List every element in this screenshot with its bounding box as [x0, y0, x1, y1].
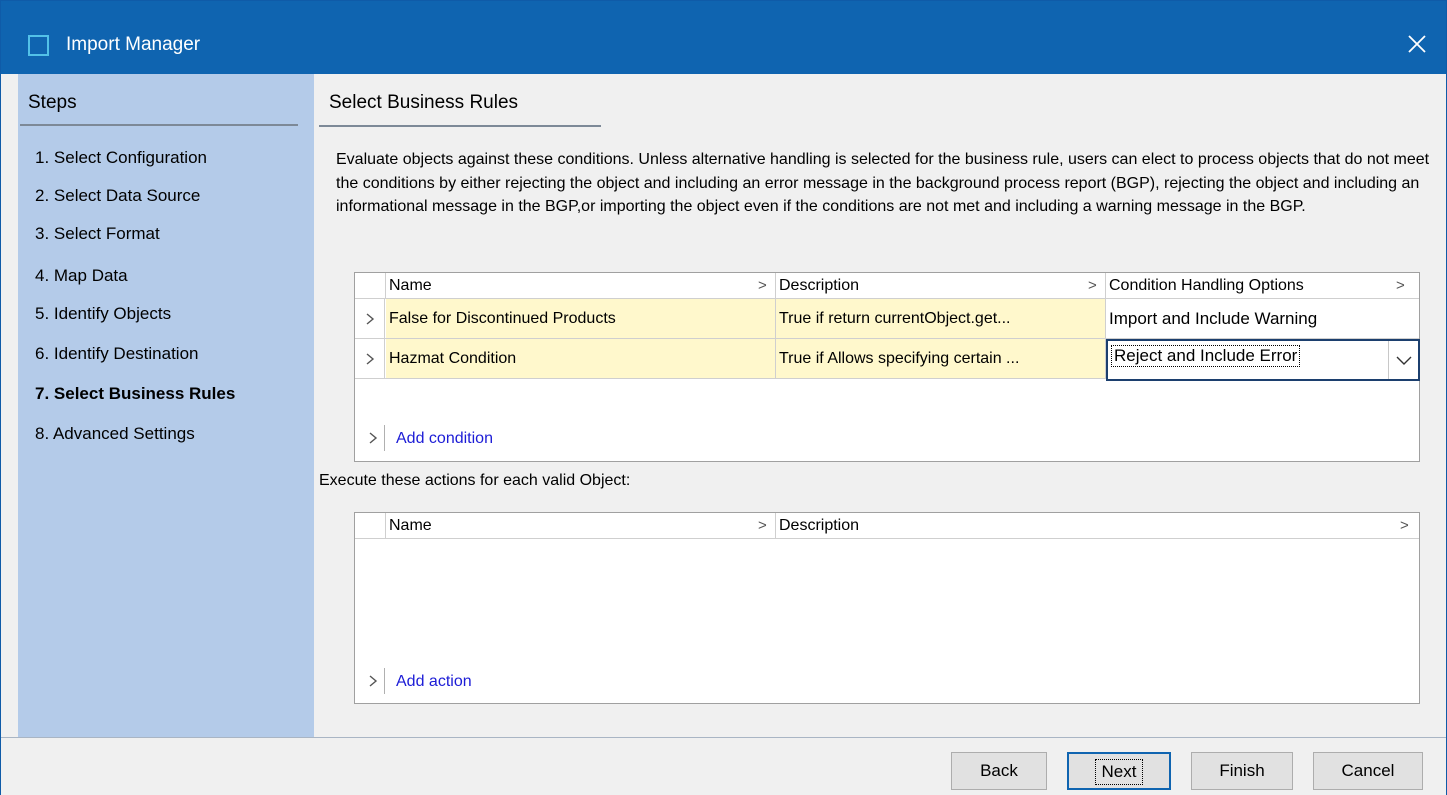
chevron-right-icon	[366, 353, 375, 365]
import-manager-window: Import Manager Steps 1. Select Configura…	[0, 0, 1447, 795]
title-bar: Import Manager	[1, 1, 1446, 74]
app-window-icon	[28, 35, 49, 56]
step-map-data[interactable]: 4. Map Data	[35, 266, 128, 286]
add-condition-link[interactable]: Add condition	[396, 430, 493, 448]
chevron-right-icon: >	[1396, 277, 1405, 294]
add-condition-expander[interactable]	[361, 425, 385, 451]
chevron-right-icon: >	[758, 517, 767, 534]
main-panel: Select Business Rules Evaluate objects a…	[314, 74, 1446, 737]
step-identify-objects[interactable]: 5. Identify Objects	[35, 304, 171, 324]
row-expander[interactable]	[355, 299, 385, 338]
step-select-configuration[interactable]: 1. Select Configuration	[35, 148, 207, 168]
row-expander[interactable]	[355, 339, 385, 378]
close-icon	[1408, 35, 1426, 53]
column-header-name[interactable]: Name >	[386, 513, 776, 539]
close-button[interactable]	[1400, 27, 1434, 61]
header-corner	[355, 513, 386, 539]
instructions-text: Evaluate objects against these condition…	[336, 151, 1430, 215]
back-button[interactable]: Back	[951, 752, 1047, 790]
condition-description-cell[interactable]: True if Allows specifying certain ...	[776, 339, 1106, 378]
conditions-header-row: Name > Description > Condition Handling …	[355, 273, 1419, 299]
step-identify-destination[interactable]: 6. Identify Destination	[35, 344, 198, 364]
add-action-expander[interactable]	[361, 668, 385, 694]
column-header-description[interactable]: Description >	[776, 513, 1419, 539]
chevron-right-icon: >	[1088, 277, 1097, 294]
actions-label: Execute these actions for each valid Obj…	[319, 472, 631, 489]
steps-sidebar: Steps 1. Select Configuration 2. Select …	[18, 74, 314, 737]
chevron-right-icon: >	[758, 277, 767, 294]
chevron-down-icon	[1396, 356, 1412, 365]
add-action-link[interactable]: Add action	[396, 673, 472, 691]
chevron-right-icon	[369, 675, 378, 687]
next-button-label: Next	[1094, 759, 1144, 785]
column-header-label: Name	[389, 517, 432, 534]
header-corner	[355, 273, 386, 299]
condition-name-cell[interactable]: False for Discontinued Products	[386, 299, 776, 338]
window-title: Import Manager	[66, 34, 201, 55]
table-row[interactable]: False for Discontinued Products True if …	[355, 299, 1419, 339]
step-advanced-settings[interactable]: 8. Advanced Settings	[35, 424, 195, 444]
condition-handling-dropdown[interactable]: Reject and Include Error	[1106, 339, 1420, 381]
step-select-business-rules[interactable]: 7. Select Business Rules	[35, 384, 235, 404]
column-header-name[interactable]: Name >	[386, 273, 776, 299]
actions-table: Name > Description > Add action	[354, 512, 1420, 704]
steps-divider	[20, 124, 298, 126]
column-header-label: Name	[389, 277, 432, 294]
condition-description-cell[interactable]: True if return currentObject.get...	[776, 299, 1106, 338]
actions-header-row: Name > Description >	[355, 513, 1419, 539]
condition-name-cell[interactable]: Hazmat Condition	[386, 339, 776, 378]
column-header-description[interactable]: Description >	[776, 273, 1106, 299]
column-header-label: Description	[779, 277, 860, 294]
condition-handling-cell[interactable]: Import and Include Warning	[1106, 299, 1419, 338]
finish-button[interactable]: Finish	[1191, 752, 1293, 790]
dropdown-selected-value: Reject and Include Error	[1110, 345, 1301, 367]
cancel-button[interactable]: Cancel	[1313, 752, 1423, 790]
chevron-right-icon	[369, 432, 378, 444]
title-divider	[319, 125, 601, 127]
chevron-right-icon	[366, 313, 375, 325]
step-select-data-source[interactable]: 2. Select Data Source	[35, 186, 200, 206]
button-bar: Back Next Finish Cancel	[1, 737, 1446, 795]
conditions-table: Name > Description > Condition Handling …	[354, 272, 1420, 462]
page-title: Select Business Rules	[329, 92, 519, 113]
column-header-handling[interactable]: Condition Handling Options >	[1106, 273, 1419, 299]
column-header-label: Description	[779, 517, 860, 534]
dropdown-arrow[interactable]	[1388, 341, 1418, 379]
steps-header: Steps	[28, 92, 77, 113]
step-select-format[interactable]: 3. Select Format	[35, 224, 160, 244]
column-header-label: Condition Handling Options	[1109, 277, 1304, 294]
next-button[interactable]: Next	[1067, 752, 1171, 790]
chevron-right-icon: >	[1400, 517, 1409, 534]
